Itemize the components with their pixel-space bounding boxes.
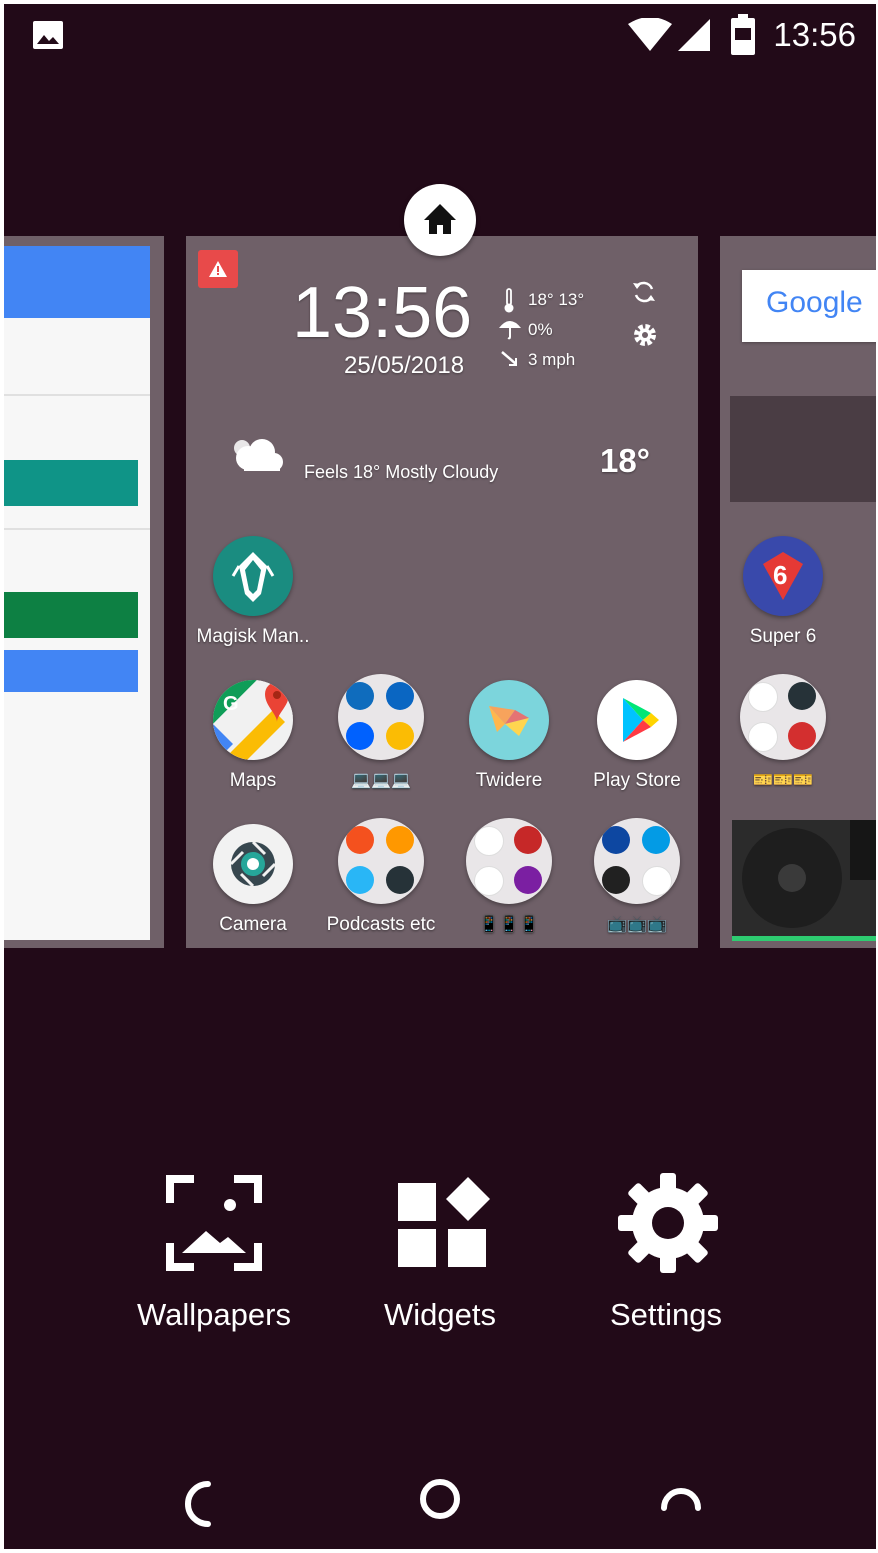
temp-range: 18° 13° (528, 290, 585, 309)
gallery-notification-icon (32, 20, 64, 54)
settings-label: Settings (609, 1297, 722, 1332)
status-bar: 13:56 (4, 4, 876, 68)
default-home-page-button[interactable] (404, 184, 476, 256)
home-page-right[interactable]: Google 6 Super 6 🎫🎫🎫 (720, 236, 876, 948)
battery-icon (730, 14, 756, 60)
wallpapers-label: Wallpapers (137, 1297, 291, 1332)
clock-widget-date: 25/05/2018 (344, 352, 465, 379)
home-circle-icon (410, 1479, 470, 1538)
folder-icon (338, 818, 424, 904)
app-label: Twidere (475, 770, 543, 791)
wallpaper-icon (164, 1173, 264, 1277)
app-play-store[interactable]: Play Store (572, 680, 698, 800)
play-store-icon (597, 680, 677, 760)
nav-back-button[interactable] (170, 1474, 230, 1534)
right-dark-widget (730, 396, 876, 502)
warning-icon[interactable] (198, 250, 238, 288)
back-icon (170, 1481, 230, 1538)
camera-icon (213, 824, 293, 904)
folder-computers[interactable]: 💻💻💻 (316, 674, 446, 800)
folder-icon (594, 818, 680, 904)
folder-label: 📱📱📱 (479, 916, 539, 933)
thermometer-icon (502, 288, 516, 318)
left-blue-button (4, 650, 138, 692)
rain-chance: 0% (528, 320, 553, 339)
magisk-icon (213, 536, 293, 616)
folder-icon (466, 818, 552, 904)
music-widget-panel (850, 820, 876, 880)
left-green-button (4, 592, 138, 638)
wallpapers-button[interactable]: Wallpapers (104, 1169, 324, 1349)
app-label: Play Store (593, 770, 681, 791)
super6-badge: 6 (773, 560, 787, 590)
wifi-icon (628, 17, 672, 56)
home-page-main[interactable]: 13:56 25/05/2018 18° 13° 0% 3 mph Feels … (186, 236, 698, 948)
clock-widget-time[interactable]: 13:56 (292, 272, 472, 354)
wind-speed: 3 mph (528, 350, 576, 369)
app-camera[interactable]: Camera (188, 824, 318, 944)
folder-phones[interactable]: 📱📱📱 (444, 818, 574, 944)
home-icon (422, 202, 458, 240)
app-maps[interactable]: G Maps (188, 680, 318, 800)
folder-label: 📺📺📺 (607, 916, 667, 933)
app-label: Maps (229, 770, 277, 791)
super6-icon: 6 (743, 536, 823, 616)
left-header-bar (4, 246, 150, 318)
settings-button[interactable]: Settings (556, 1169, 776, 1349)
folder-label: 💻💻💻 (351, 772, 411, 789)
google-search-bar[interactable]: Google (742, 270, 876, 342)
app-label: Magisk Man.. (196, 626, 310, 647)
left-panel-card (4, 246, 150, 940)
gear-icon (616, 1171, 720, 1279)
cloud-icon (230, 436, 286, 480)
status-time: 13:56 (773, 16, 856, 53)
folder-podcasts[interactable]: Podcasts etc (316, 818, 446, 944)
nav-recents-button[interactable] (650, 1474, 710, 1534)
wind-icon (500, 350, 520, 372)
music-widget[interactable] (732, 820, 876, 941)
folder-icon (740, 674, 826, 760)
widgets-button[interactable]: Widgets (330, 1169, 550, 1349)
app-super6[interactable]: 6 Super 6 (720, 536, 848, 656)
google-logo: Google (766, 286, 863, 319)
current-temperature: 18° (600, 442, 650, 479)
left-teal-button (4, 460, 138, 506)
maps-icon: G (213, 680, 293, 760)
left-divider (4, 528, 150, 530)
app-twidere[interactable]: Twidere (444, 680, 574, 800)
vinyl-disc (742, 828, 842, 928)
weather-description: Feels 18° Mostly Cloudy (304, 462, 499, 482)
widgets-label: Widgets (384, 1297, 496, 1332)
folder-icon (338, 674, 424, 760)
app-magisk[interactable]: Magisk Man.. (188, 536, 318, 656)
home-overview-screen: 13:56 13:56 25/05/2018 18° 13° 0% 3 mph … (4, 4, 876, 1549)
umbrella-icon (498, 318, 522, 344)
app-label: Super 6 (749, 626, 817, 647)
folder-tv[interactable]: 📺📺📺 (572, 818, 698, 944)
refresh-icon[interactable] (630, 278, 658, 310)
twidere-icon (469, 680, 549, 760)
folder-label: Podcasts etc (326, 914, 436, 935)
left-divider (4, 394, 150, 396)
folder-tickets[interactable]: 🎫🎫🎫 (720, 674, 848, 800)
folder-label: 🎫🎫🎫 (753, 772, 813, 789)
recents-icon (650, 1488, 710, 1538)
widget-settings-icon[interactable] (632, 322, 658, 352)
home-page-left[interactable] (4, 236, 164, 948)
signal-icon (676, 18, 712, 56)
svg-text:G: G (223, 693, 239, 715)
app-label: Camera (219, 914, 287, 935)
nav-home-button[interactable] (410, 1474, 470, 1534)
widgets-icon (392, 1173, 492, 1277)
